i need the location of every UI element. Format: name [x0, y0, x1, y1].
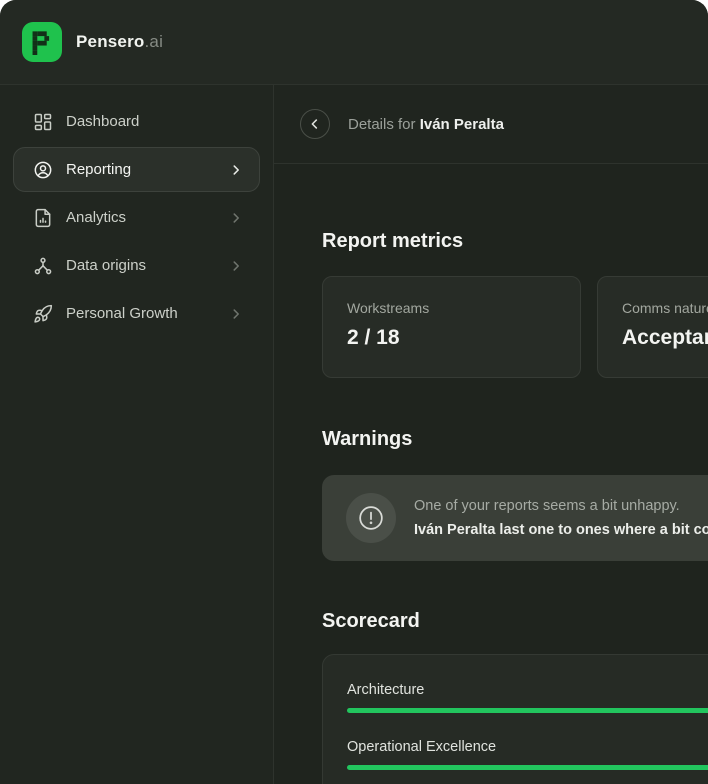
progress-bar-fill — [347, 708, 708, 713]
brand-suffix: .ai — [145, 32, 164, 51]
rocket-icon — [33, 304, 53, 324]
sidebar-item-label: Reporting — [66, 161, 216, 178]
warnings-title: Warnings — [322, 427, 708, 451]
sidebar-item-label: Data origins — [66, 257, 216, 274]
sidebar: Dashboard Reporting Analytics — [0, 85, 274, 784]
sidebar-item-label: Analytics — [66, 209, 216, 226]
warning-card: One of your reports seems a bit unhappy.… — [322, 475, 708, 561]
score-label: Operational Excellence — [347, 737, 708, 757]
brand-name: Pensero.ai — [76, 32, 163, 52]
pixel-p-logo-icon — [30, 29, 54, 55]
detail-header: Details for Iván Peralta — [274, 85, 708, 164]
warning-detail: Iván Peralta last one to ones where a bi… — [414, 518, 708, 542]
metric-card-workstreams: Workstreams 2 / 18 — [322, 276, 581, 378]
app-window: Pensero.ai Dashboard Reporting — [0, 0, 708, 784]
dashboard-icon — [33, 112, 53, 132]
metric-value: 2 / 18 — [347, 326, 556, 350]
progress-bar — [347, 765, 708, 770]
chevron-right-icon — [229, 307, 243, 321]
file-chart-icon — [33, 208, 53, 228]
user-circle-icon — [33, 160, 53, 180]
progress-bar — [347, 708, 708, 713]
scorecard-card: Architecture Operational Excellence Codi… — [322, 654, 708, 784]
network-icon — [33, 256, 53, 276]
score-label: Architecture — [347, 680, 708, 700]
progress-bar-fill — [347, 765, 708, 770]
scorecard-title: Scorecard — [322, 609, 708, 633]
score-row-architecture: Architecture — [347, 680, 708, 713]
chevron-right-icon — [229, 259, 243, 273]
sidebar-item-analytics[interactable]: Analytics — [13, 195, 260, 240]
main-panel: Details for Iván Peralta Report metrics … — [274, 85, 708, 784]
alert-circle-icon — [358, 505, 384, 531]
warning-summary: One of your reports seems a bit unhappy. — [414, 494, 708, 518]
back-button[interactable] — [300, 109, 330, 139]
metric-value: Acceptance — [622, 326, 708, 350]
detail-content: Report metrics Workstreams 2 / 18 Comms … — [274, 164, 708, 784]
metric-label: Workstreams — [347, 300, 556, 316]
chevron-left-icon — [308, 117, 322, 131]
sidebar-item-label: Personal Growth — [66, 305, 216, 322]
person-name: Iván Peralta — [420, 116, 504, 133]
sidebar-item-reporting[interactable]: Reporting — [13, 147, 260, 192]
metric-card-comms-nature: Comms nature Acceptance — [597, 276, 708, 378]
warning-text: One of your reports seems a bit unhappy.… — [414, 494, 708, 542]
chevron-right-icon — [229, 211, 243, 225]
score-row-operational-excellence: Operational Excellence — [347, 737, 708, 770]
pensero-logo[interactable] — [22, 22, 62, 62]
sidebar-item-data-origins[interactable]: Data origins — [13, 243, 260, 288]
top-bar: Pensero.ai — [0, 0, 708, 85]
warning-icon-circle — [346, 493, 396, 543]
sidebar-item-label: Dashboard — [66, 113, 243, 130]
metric-cards-row: Workstreams 2 / 18 Comms nature Acceptan… — [322, 276, 708, 378]
report-metrics-title: Report metrics — [322, 229, 708, 253]
page-title: Details for Iván Peralta — [348, 116, 504, 133]
chevron-right-icon — [229, 163, 243, 177]
metric-label: Comms nature — [622, 300, 708, 316]
sidebar-item-personal-growth[interactable]: Personal Growth — [13, 291, 260, 336]
sidebar-item-dashboard[interactable]: Dashboard — [13, 99, 260, 144]
